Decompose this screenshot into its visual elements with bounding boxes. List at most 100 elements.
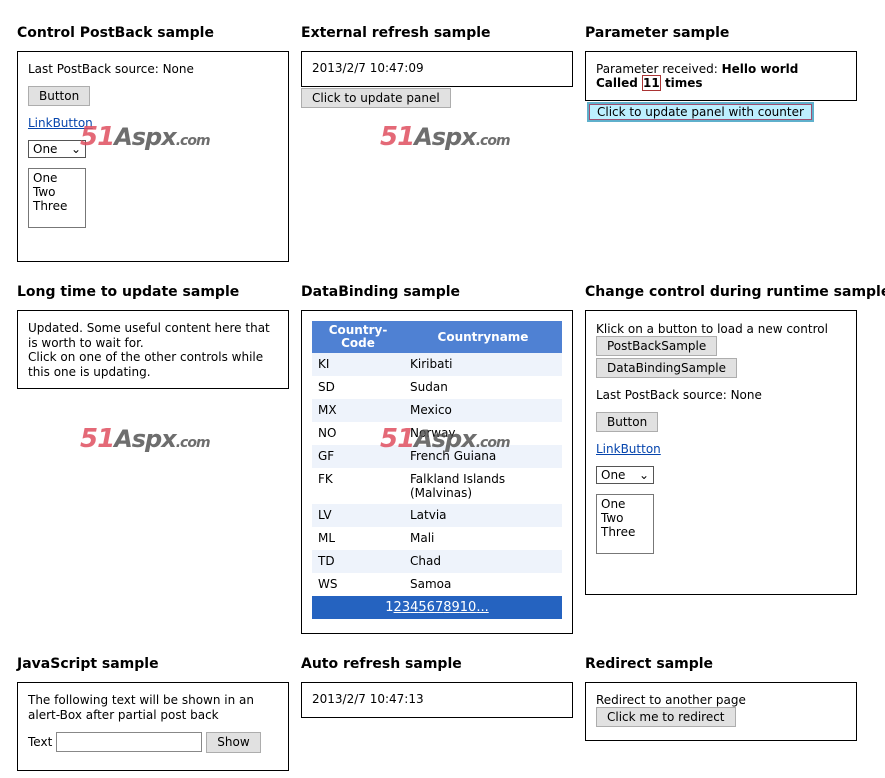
page-link[interactable]: 2 <box>394 600 402 615</box>
counter-value: 11 <box>642 75 661 91</box>
button[interactable]: Button <box>28 86 91 106</box>
timestamp: 2013/2/7 10:47:09 <box>312 61 424 75</box>
page-link[interactable]: 8 <box>443 600 451 615</box>
country-table: Country-Code Countryname KI Kiribati SD Sud… <box>312 321 562 596</box>
country-code-cell: GF <box>312 445 404 468</box>
page-link[interactable]: 6 <box>427 600 435 615</box>
select-value: One <box>601 468 626 482</box>
column-header-name[interactable]: Countryname <box>404 321 562 353</box>
postback-sample-button[interactable]: PostBackSample <box>596 336 718 356</box>
country-code-cell: LV <box>312 504 404 527</box>
table-row: TD Chad <box>312 550 562 573</box>
page-link[interactable]: ... <box>476 600 488 615</box>
times-label: times <box>664 76 703 90</box>
list-item[interactable]: One <box>601 497 649 511</box>
external-refresh-panel: 2013/2/7 10:47:09 <box>301 51 573 87</box>
section-title: JavaScript sample <box>17 656 159 672</box>
section-title: Long time to update sample <box>17 284 240 300</box>
section-title: External refresh sample <box>301 25 491 41</box>
long-time-panel: Updated. Some useful content here that i… <box>17 310 289 389</box>
intro-text: Klick on a button to load a new control <box>596 322 828 336</box>
redirect-section: Redirect sample Redirect to another page… <box>585 656 857 741</box>
list-item[interactable]: Two <box>33 185 81 199</box>
table-row: SD Sudan <box>312 376 562 399</box>
country-code-cell: NO <box>318 426 337 440</box>
listbox[interactable]: One Two Three <box>596 494 654 554</box>
table-row: LV Latvia <box>312 504 562 527</box>
list-item[interactable]: One <box>33 171 81 185</box>
page-link[interactable]: 3 <box>402 600 410 615</box>
long-time-section: Long time to update sample Updated. Some… <box>17 284 289 389</box>
redirect-text: Redirect to another page <box>596 693 746 707</box>
update-counter-button[interactable]: Click to update panel with counter <box>587 102 814 122</box>
table-row: MX Mexico <box>312 399 562 422</box>
show-button[interactable]: Show <box>206 732 261 753</box>
parameter-label: Parameter received: <box>596 62 718 76</box>
chevron-down-icon: ⌄ <box>70 142 81 156</box>
page-link[interactable]: 1 <box>385 600 393 615</box>
country-name-cell: Norway <box>410 426 456 440</box>
list-item[interactable]: Three <box>33 199 81 213</box>
select-value: One <box>33 142 58 156</box>
page-link[interactable]: 5 <box>418 600 426 615</box>
watermark-logo: 51Aspx.com <box>380 122 511 152</box>
button[interactable]: Button <box>596 412 659 432</box>
country-name-cell: Falkland Islands (Malvinas) <box>410 472 506 500</box>
country-name-cell: Sudan <box>410 380 448 394</box>
country-name-cell: Latvia <box>404 504 562 527</box>
table-row: GF French Guiana <box>312 445 562 468</box>
country-code-cell: ML <box>318 531 336 545</box>
link-button[interactable]: LinkButton <box>28 116 93 130</box>
update-panel-button[interactable]: Click to update panel <box>301 88 451 108</box>
table-row: WS Samoa <box>312 573 562 596</box>
text-input[interactable] <box>56 732 203 753</box>
country-code-cell: MX <box>312 399 404 422</box>
chevron-down-icon: ⌄ <box>638 468 649 482</box>
page-link[interactable]: 10 <box>460 600 477 615</box>
column-header-code[interactable]: Country-Code <box>312 321 404 353</box>
control-postback-panel: Last PostBack source: None Button LinkBu… <box>17 51 289 262</box>
description-text: The following text will be shown in an a… <box>28 693 254 722</box>
databinding-sample-button[interactable]: DataBindingSample <box>596 358 737 378</box>
list-item[interactable]: Two <box>601 511 649 525</box>
listbox[interactable]: One Two Three <box>28 168 86 228</box>
country-name-cell: Mexico <box>404 399 562 422</box>
timestamp: 2013/2/7 10:47:13 <box>312 692 424 706</box>
change-control-section: Change control during runtime sample Kli… <box>585 284 885 595</box>
databinding-panel: Country-Code Countryname KI Kiribati SD Sud… <box>301 310 573 634</box>
section-title: Redirect sample <box>585 656 714 672</box>
link-button[interactable]: LinkButton <box>596 442 661 456</box>
postback-source-text: Last PostBack source: None <box>28 62 194 76</box>
country-code-cell: SD <box>318 380 335 394</box>
auto-refresh-section: Auto refresh sample 2013/2/7 10:47:13 <box>301 656 573 718</box>
page-link[interactable]: 7 <box>435 600 443 615</box>
country-code-cell: KI <box>312 353 404 376</box>
instruction-text: Click on one of the other controls while… <box>28 350 264 379</box>
country-code-cell: WS <box>318 577 338 591</box>
table-row: NO Norway <box>312 422 562 445</box>
dropdown-select[interactable]: One ⌄ <box>28 140 86 158</box>
country-code-cell: FK <box>318 472 333 486</box>
section-title: Change control during runtime sample <box>585 284 885 300</box>
text-label: Text <box>28 735 53 749</box>
parameter-value: Hello world <box>721 62 799 76</box>
parameter-panel: Parameter received: Hello world Called 1… <box>585 51 857 101</box>
country-name-cell: French Guiana <box>404 445 562 468</box>
page-link[interactable]: 9 <box>452 600 460 615</box>
section-title: Auto refresh sample <box>301 656 462 672</box>
list-item[interactable]: Three <box>601 525 649 539</box>
redirect-button[interactable]: Click me to redirect <box>596 707 736 727</box>
table-row: ML Mali <box>312 527 562 550</box>
external-refresh-section: External refresh sample 2013/2/7 10:47:0… <box>301 25 573 108</box>
section-title: DataBinding sample <box>301 284 461 300</box>
redirect-panel: Redirect to another page Click me to red… <box>585 682 857 741</box>
control-postback-section: Control PostBack sample Last PostBack so… <box>17 25 289 262</box>
section-title: Control PostBack sample <box>17 25 214 41</box>
country-name-cell: Mali <box>410 531 435 545</box>
postback-source-text: Last PostBack source: None <box>596 388 762 402</box>
called-label: Called <box>596 76 638 90</box>
country-name-cell: Kiribati <box>404 353 562 376</box>
country-code-cell: TD <box>312 550 404 573</box>
javascript-panel: The following text will be shown in an a… <box>17 682 289 771</box>
dropdown-select[interactable]: One ⌄ <box>596 466 654 484</box>
